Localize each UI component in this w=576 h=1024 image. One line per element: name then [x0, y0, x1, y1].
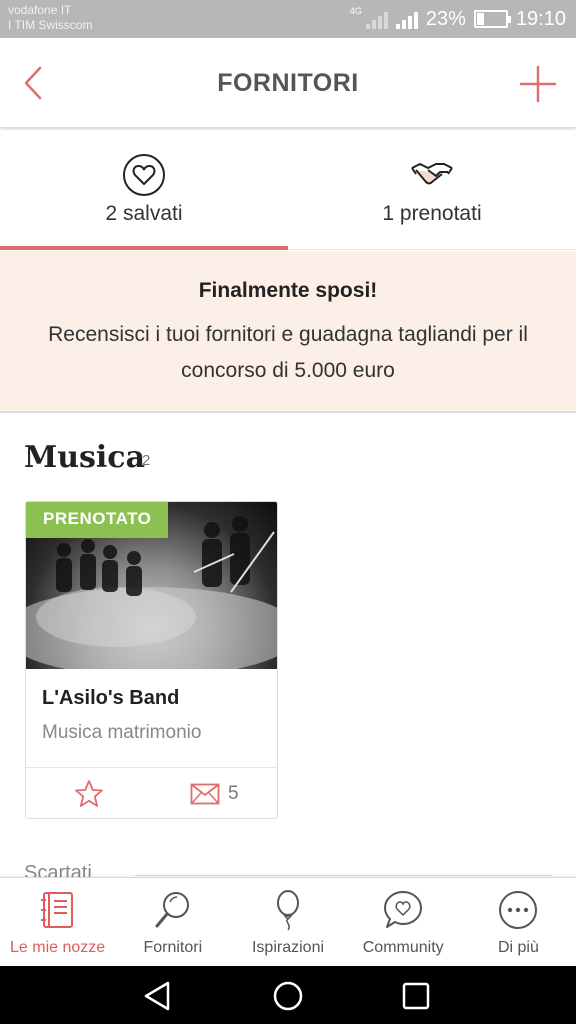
nav-label: Di più — [497, 939, 539, 956]
booked-badge: PRENOTATO — [26, 502, 169, 538]
messages-button[interactable]: 5 — [152, 768, 278, 818]
tab-saved-label: 2 salvati — [105, 202, 183, 225]
balloon-icon — [277, 890, 299, 931]
card-actions: 5 — [26, 767, 278, 818]
battery-icon — [473, 10, 511, 28]
status-indicators: 4G 23% 19:10 — [350, 6, 566, 32]
handshake-icon — [411, 163, 453, 185]
heart-circle-icon — [123, 154, 165, 196]
system-navigation-bar — [0, 966, 576, 1024]
carrier-line-2: I TIM Swisscom — [8, 18, 93, 32]
more-dots-icon — [499, 891, 538, 929]
vendor-tabs: 2 salvati 1 prenotati — [0, 130, 576, 250]
envelope-icon — [190, 783, 220, 804]
battery-percent: 23% — [425, 7, 466, 30]
section-count: 2 — [142, 452, 151, 469]
magnifier-icon — [155, 892, 189, 928]
tab-booked-label: 1 prenotati — [382, 202, 482, 225]
plus-icon — [519, 65, 557, 103]
add-vendor-button[interactable] — [516, 62, 560, 106]
nav-label: Community — [362, 939, 444, 956]
nav-my-wedding[interactable]: Le mie nozze — [0, 878, 115, 966]
nav-more[interactable]: Di più — [461, 878, 576, 966]
nav-label: Fornitori — [143, 939, 203, 956]
page-title: FORNITORI — [217, 69, 359, 97]
vendor-name: L'Asilo's Band — [42, 687, 180, 709]
nav-label: Le mie nozze — [10, 939, 106, 956]
divider — [135, 875, 552, 876]
star-icon — [74, 779, 103, 807]
back-triangle-icon[interactable] — [140, 978, 176, 1014]
bottom-nav: Le mie nozze Fornitori Ispirazioni Commu… — [0, 877, 576, 966]
carrier-line-1: vodafone IT — [8, 3, 72, 17]
section-title: Musica — [24, 440, 146, 475]
network-type-label: 4G — [349, 6, 362, 16]
nav-vendors[interactable]: Fornitori — [115, 878, 230, 966]
clock: 19:10 — [515, 7, 566, 30]
vendor-photo: PRENOTATO — [26, 502, 277, 669]
home-circle-icon[interactable] — [270, 978, 306, 1014]
notebook-icon — [40, 892, 73, 928]
status-bar: vodafone IT I TIM Swisscom 4G 23% 19:10 — [0, 0, 576, 38]
tab-saved[interactable]: 2 salvati — [0, 130, 288, 250]
carrier-info: vodafone IT I TIM Swisscom — [8, 3, 92, 33]
chat-heart-icon — [384, 891, 423, 928]
app-header: FORNITORI — [0, 38, 576, 128]
signal-icon — [395, 9, 418, 29]
review-banner[interactable]: Finalmente sposi! Recensisci i tuoi forn… — [0, 251, 576, 413]
favorite-button[interactable] — [26, 768, 152, 818]
nav-community[interactable]: Community — [346, 878, 461, 966]
banner-title: Finalmente sposi! — [198, 279, 378, 302]
tab-booked[interactable]: 1 prenotati — [288, 130, 576, 249]
signal-icon — [365, 9, 388, 29]
message-count: 5 — [227, 782, 239, 804]
banner-text: Recensisci i tuoi fornitori e guadagna t… — [48, 323, 528, 382]
nav-inspirations[interactable]: Ispirazioni — [230, 878, 345, 966]
nav-label: Ispirazioni — [251, 939, 325, 956]
vendor-category: Musica matrimonio — [42, 722, 202, 743]
recents-square-icon[interactable] — [398, 978, 434, 1014]
vendor-card[interactable]: PRENOTATO L'Asilo's Band Musica matrimon… — [25, 501, 278, 819]
